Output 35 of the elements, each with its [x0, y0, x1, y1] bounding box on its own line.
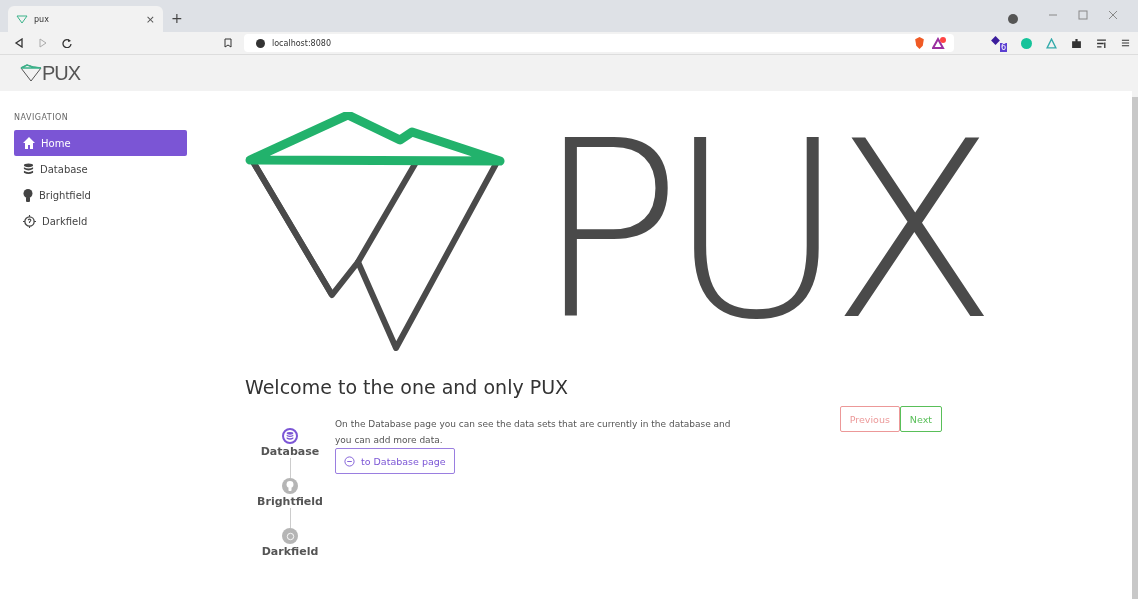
step-description: On the Database page you can see the data sets that are currently in the database and you can add more data.	[335, 418, 732, 447]
back-icon[interactable]	[14, 38, 24, 48]
close-icon[interactable]	[1108, 10, 1118, 20]
close-tab-button[interactable]: ×	[145, 12, 155, 26]
nav-item[interactable]: Brightfield	[14, 182, 187, 208]
database-icon	[23, 163, 34, 175]
reload-icon[interactable]	[62, 38, 72, 48]
step-label: Darkfield	[261, 545, 319, 558]
lion-shield-icon[interactable]	[914, 36, 925, 50]
logo-text: PUX	[535, 109, 982, 354]
profile-icon[interactable]	[1008, 14, 1018, 24]
triangle-icon[interactable]	[932, 37, 946, 49]
nav-item[interactable]: Home	[14, 130, 187, 156]
menu-icon[interactable]	[1121, 38, 1130, 48]
step-database-icon[interactable]	[282, 428, 298, 444]
nav-item[interactable]: Database	[14, 156, 187, 182]
home-icon	[23, 137, 35, 149]
go-to-page-button[interactable]: to Database page	[335, 448, 455, 474]
tab-title: pux	[34, 14, 50, 24]
browser-tab[interactable]: pux ×	[8, 6, 163, 32]
playlist-icon[interactable]	[1096, 37, 1107, 49]
bulb-icon	[23, 188, 33, 202]
nav-item[interactable]: Darkfield	[14, 208, 187, 234]
logo-text: PUX	[42, 61, 81, 85]
welcome-heading: Welcome to the one and only PUX	[245, 376, 570, 398]
new-tab-button[interactable]: +	[171, 10, 183, 26]
question-target-icon	[23, 214, 36, 228]
logo-icon	[20, 64, 42, 82]
bookmark-icon[interactable]	[223, 38, 233, 48]
minus-circle-icon	[344, 455, 355, 467]
step-label: Database	[260, 445, 320, 458]
nav-heading: NAVIGATION	[14, 113, 70, 122]
diamond-icon	[16, 14, 28, 24]
step-label: Brightfield	[257, 495, 323, 508]
address-bar[interactable]: localhost:8080	[244, 34, 954, 52]
